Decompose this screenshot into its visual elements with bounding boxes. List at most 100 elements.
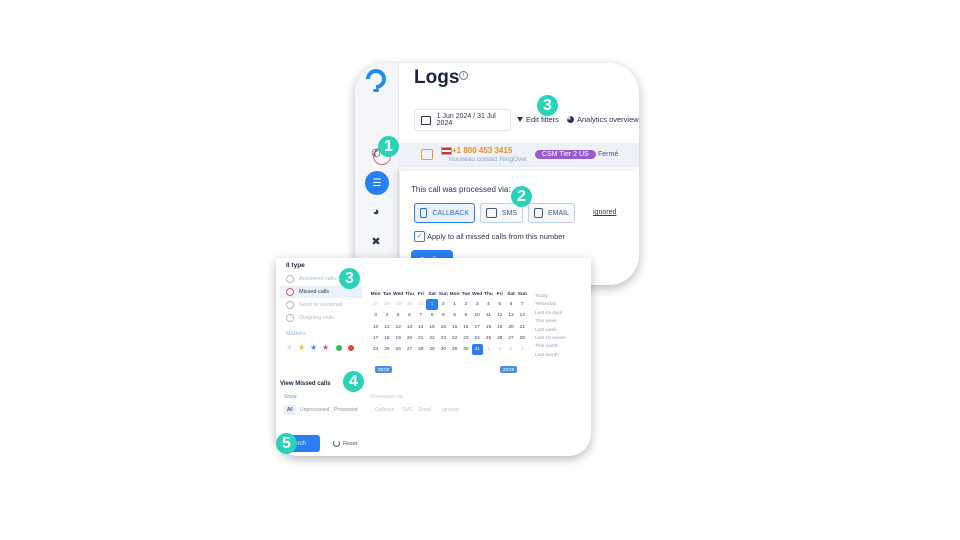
quick-range-item[interactable]: This week bbox=[535, 319, 566, 327]
calendar-day[interactable]: 5 bbox=[494, 299, 505, 310]
calendar-day[interactable]: 20 bbox=[404, 333, 415, 344]
call-type-outgoing[interactable]: Outgoing calls bbox=[280, 312, 362, 324]
apply-all-checkbox[interactable]: ✓ bbox=[414, 231, 425, 242]
calendar-day[interactable]: 19 bbox=[494, 322, 505, 333]
calendar-day[interactable]: 4 bbox=[381, 310, 392, 321]
calendar-day[interactable]: 1 bbox=[483, 344, 494, 355]
calendar-day[interactable]: 29 bbox=[449, 344, 460, 355]
calendar-day[interactable]: 13 bbox=[505, 310, 516, 321]
calendar-day[interactable]: 24 bbox=[370, 344, 381, 355]
calendar-day[interactable]: 27 bbox=[404, 344, 415, 355]
calendar-day[interactable]: 7 bbox=[415, 310, 426, 321]
star-red-icon[interactable]: ★ bbox=[322, 343, 329, 352]
calendar-day[interactable]: 12 bbox=[494, 310, 505, 321]
quick-range-item[interactable]: Last week bbox=[535, 328, 566, 336]
show-unprocessed-option[interactable]: Unprocessed bbox=[297, 405, 332, 415]
calendar-day[interactable]: 31 bbox=[415, 299, 426, 310]
calendar-day[interactable]: 19 bbox=[393, 333, 404, 344]
calendar-day[interactable]: 21 bbox=[415, 333, 426, 344]
reset-button[interactable]: Reset bbox=[333, 440, 357, 447]
calendar-day[interactable]: 22 bbox=[449, 333, 460, 344]
alert-marker-icon[interactable] bbox=[348, 345, 354, 351]
calendar-day[interactable]: 4 bbox=[517, 344, 528, 355]
calendar-day[interactable]: 2 bbox=[494, 344, 505, 355]
calendar-day[interactable]: 26 bbox=[494, 333, 505, 344]
calendar-day[interactable]: 23 bbox=[438, 333, 449, 344]
calendar-day[interactable]: 17 bbox=[472, 322, 483, 333]
email-button[interactable]: EMAIL bbox=[528, 203, 575, 223]
calendar-day[interactable]: 2 bbox=[460, 299, 471, 310]
check-marker-icon[interactable] bbox=[336, 345, 342, 351]
star-empty-icon[interactable]: ★ bbox=[286, 343, 293, 352]
calendar-day[interactable]: 29 bbox=[426, 344, 437, 355]
calendar-day[interactable]: 14 bbox=[517, 310, 528, 321]
calendar-day[interactable]: 9 bbox=[460, 310, 471, 321]
start-time-chip[interactable]: 00:00 bbox=[375, 366, 393, 373]
calendar-day[interactable]: 18 bbox=[483, 322, 494, 333]
callback-button[interactable]: CALLBACK bbox=[414, 203, 475, 223]
edit-filters-button[interactable]: Edit filters bbox=[517, 115, 559, 124]
calendar-day[interactable]: 1 bbox=[449, 299, 460, 310]
calendar-day[interactable]: 9 bbox=[438, 310, 449, 321]
call-type-voicemail[interactable]: Send to voicemail bbox=[280, 299, 362, 311]
calendar-day[interactable]: 29 bbox=[393, 299, 404, 310]
calendar-day[interactable]: 13 bbox=[404, 322, 415, 333]
calendar-day[interactable]: 3 bbox=[505, 344, 516, 355]
tools-icon[interactable]: ✖ bbox=[368, 233, 384, 249]
calendar-day[interactable]: 8 bbox=[426, 310, 437, 321]
quick-range-item[interactable]: Last 15 days bbox=[535, 311, 566, 319]
calendar-day[interactable]: 25 bbox=[483, 333, 494, 344]
calendar-day[interactable]: 23 bbox=[460, 333, 471, 344]
calendar-day[interactable]: 11 bbox=[381, 322, 392, 333]
star-blue-icon[interactable]: ★ bbox=[310, 343, 317, 352]
calendar-day[interactable]: 21 bbox=[517, 322, 528, 333]
calendar-day[interactable]: 28 bbox=[415, 344, 426, 355]
calendar-day[interactable]: 18 bbox=[381, 333, 392, 344]
calendar-day[interactable]: 6 bbox=[505, 299, 516, 310]
calendar-day[interactable]: 26 bbox=[393, 344, 404, 355]
date-range-picker[interactable]: 1 Jun 2024 / 31 Jul 2024 bbox=[414, 109, 511, 131]
analytics-pie-icon[interactable]: ◕ bbox=[368, 204, 384, 220]
calendar-day[interactable]: 28 bbox=[517, 333, 528, 344]
calendar-day[interactable]: 3 bbox=[472, 299, 483, 310]
calendar-day[interactable]: 10 bbox=[370, 322, 381, 333]
calendar-day[interactable]: 30 bbox=[460, 344, 471, 355]
calendar-day[interactable]: 31 bbox=[471, 344, 483, 356]
calendar-day[interactable]: 3 bbox=[370, 310, 381, 321]
via-callback-option[interactable]: Callback bbox=[373, 405, 396, 415]
list-icon[interactable]: ☰ bbox=[365, 171, 389, 195]
caller-number[interactable]: +1 800 453 3415 bbox=[452, 146, 512, 155]
star-yellow-icon[interactable]: ★ bbox=[298, 343, 305, 352]
ignored-link[interactable]: ignored bbox=[593, 209, 616, 216]
calendar-day[interactable]: 15 bbox=[449, 322, 460, 333]
calendar-day[interactable]: 16 bbox=[460, 322, 471, 333]
via-sms-option[interactable]: SMS bbox=[400, 405, 415, 415]
end-time-chip[interactable]: 23:59 bbox=[500, 366, 518, 373]
via-email-option[interactable]: Email bbox=[417, 405, 434, 415]
calendar-day[interactable]: 10 bbox=[472, 310, 483, 321]
calendar-day[interactable]: 8 bbox=[449, 310, 460, 321]
calendar-day[interactable]: 6 bbox=[404, 310, 415, 321]
calendar-day[interactable]: 25 bbox=[381, 344, 392, 355]
calendar-day[interactable]: 22 bbox=[426, 333, 437, 344]
show-all-option[interactable]: All bbox=[284, 405, 296, 415]
calendar-day[interactable]: 28 bbox=[381, 299, 392, 310]
calendar-day[interactable]: 2 bbox=[438, 299, 449, 310]
calendar-day[interactable]: 1 bbox=[426, 299, 438, 311]
info-icon[interactable]: i bbox=[459, 71, 468, 80]
calendar-day[interactable]: 24 bbox=[472, 333, 483, 344]
calendar-day[interactable]: 4 bbox=[483, 299, 494, 310]
quick-range-item[interactable]: Yesterday bbox=[535, 302, 566, 310]
calendar-day[interactable]: 7 bbox=[517, 299, 528, 310]
calendar-day[interactable]: 30 bbox=[438, 344, 449, 355]
analytics-overview-button[interactable]: Analytics overview bbox=[567, 115, 639, 124]
calendar-day[interactable]: 15 bbox=[426, 322, 437, 333]
calendar-day[interactable]: 30 bbox=[404, 299, 415, 310]
calendar-day[interactable]: 27 bbox=[505, 333, 516, 344]
show-processed-option[interactable]: Processed bbox=[331, 405, 361, 415]
quick-range-item[interactable]: This month bbox=[535, 344, 566, 352]
calendar-day[interactable]: 5 bbox=[393, 310, 404, 321]
calendar-day[interactable]: 27 bbox=[370, 299, 381, 310]
calendar-day[interactable]: 12 bbox=[393, 322, 404, 333]
calendar-day[interactable]: 14 bbox=[415, 322, 426, 333]
